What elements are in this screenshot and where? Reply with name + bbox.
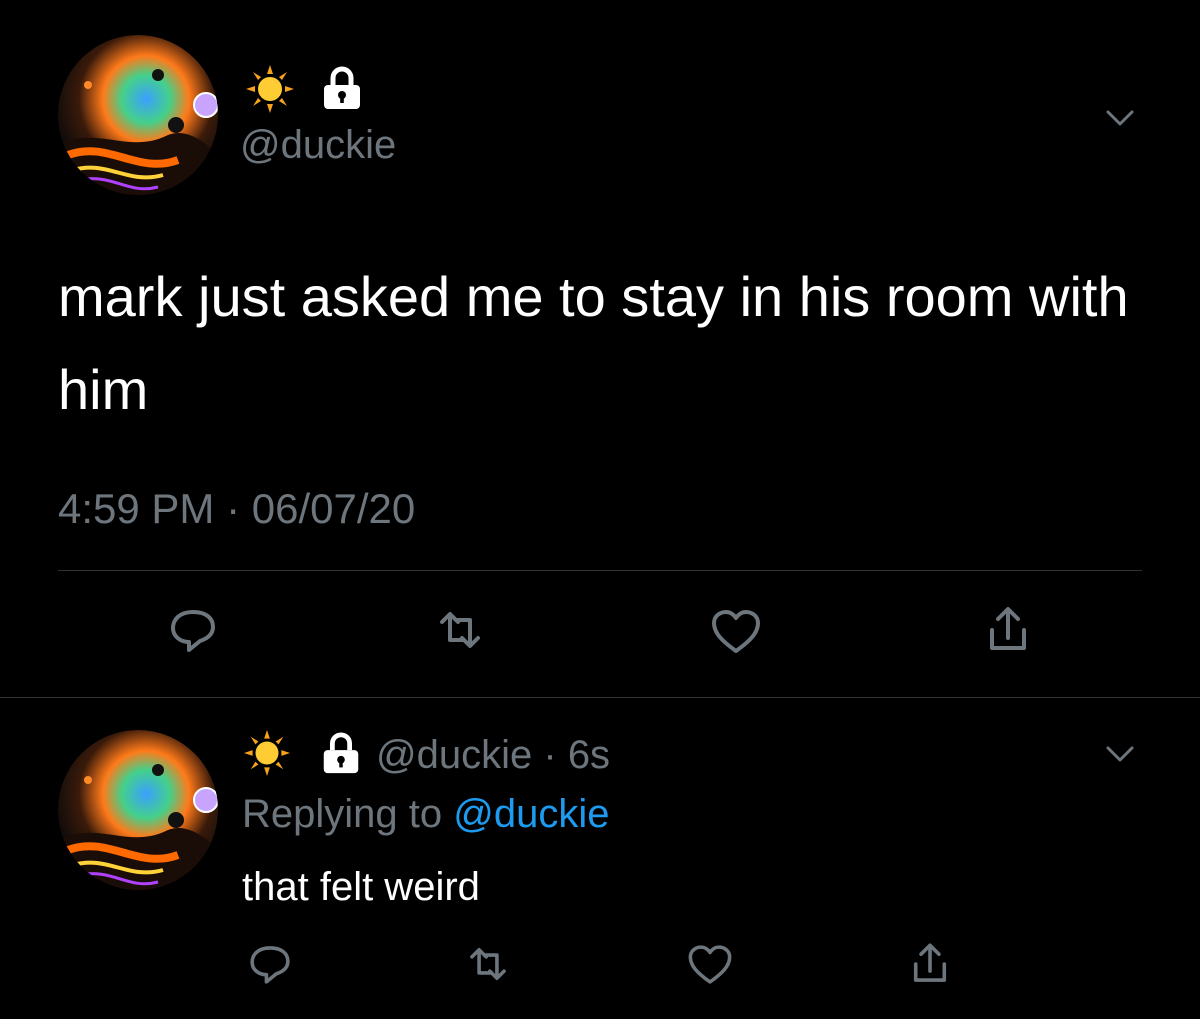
sun-emoji-icon (244, 730, 290, 776)
sun-emoji-icon (246, 65, 294, 113)
avatar[interactable] (58, 730, 218, 890)
lock-icon (318, 731, 364, 777)
replying-to-label: Replying to (242, 792, 443, 836)
lock-icon (318, 65, 366, 113)
divider (58, 570, 1142, 571)
retweet-icon[interactable] (430, 600, 490, 660)
replying-to: Replying to @duckie (242, 790, 609, 838)
chevron-down-icon[interactable] (1100, 738, 1140, 768)
reply-icon[interactable] (240, 934, 300, 994)
like-icon[interactable] (706, 602, 766, 662)
share-icon[interactable] (900, 934, 960, 994)
avatar[interactable] (58, 35, 218, 195)
like-icon[interactable] (680, 935, 740, 995)
divider (0, 697, 1200, 698)
reply-meta: @duckie · 6s (376, 731, 610, 779)
reply-icon[interactable] (163, 600, 223, 660)
retweet-icon[interactable] (458, 934, 518, 994)
replying-to-handle-link[interactable]: @duckie (453, 792, 609, 836)
share-icon[interactable] (978, 600, 1038, 660)
author-handle[interactable]: @duckie (240, 121, 396, 169)
author-handle[interactable]: @duckie (376, 733, 532, 777)
meta-separator: · (543, 733, 557, 777)
tweet-timestamp: 4:59 PM · 06/07/20 (58, 485, 416, 532)
tweet-text: mark just asked me to stay in his room w… (58, 265, 1129, 421)
tweet-age: 6s (567, 733, 611, 777)
tweet-text: that felt weird (242, 865, 480, 909)
chevron-down-icon[interactable] (1100, 102, 1140, 132)
